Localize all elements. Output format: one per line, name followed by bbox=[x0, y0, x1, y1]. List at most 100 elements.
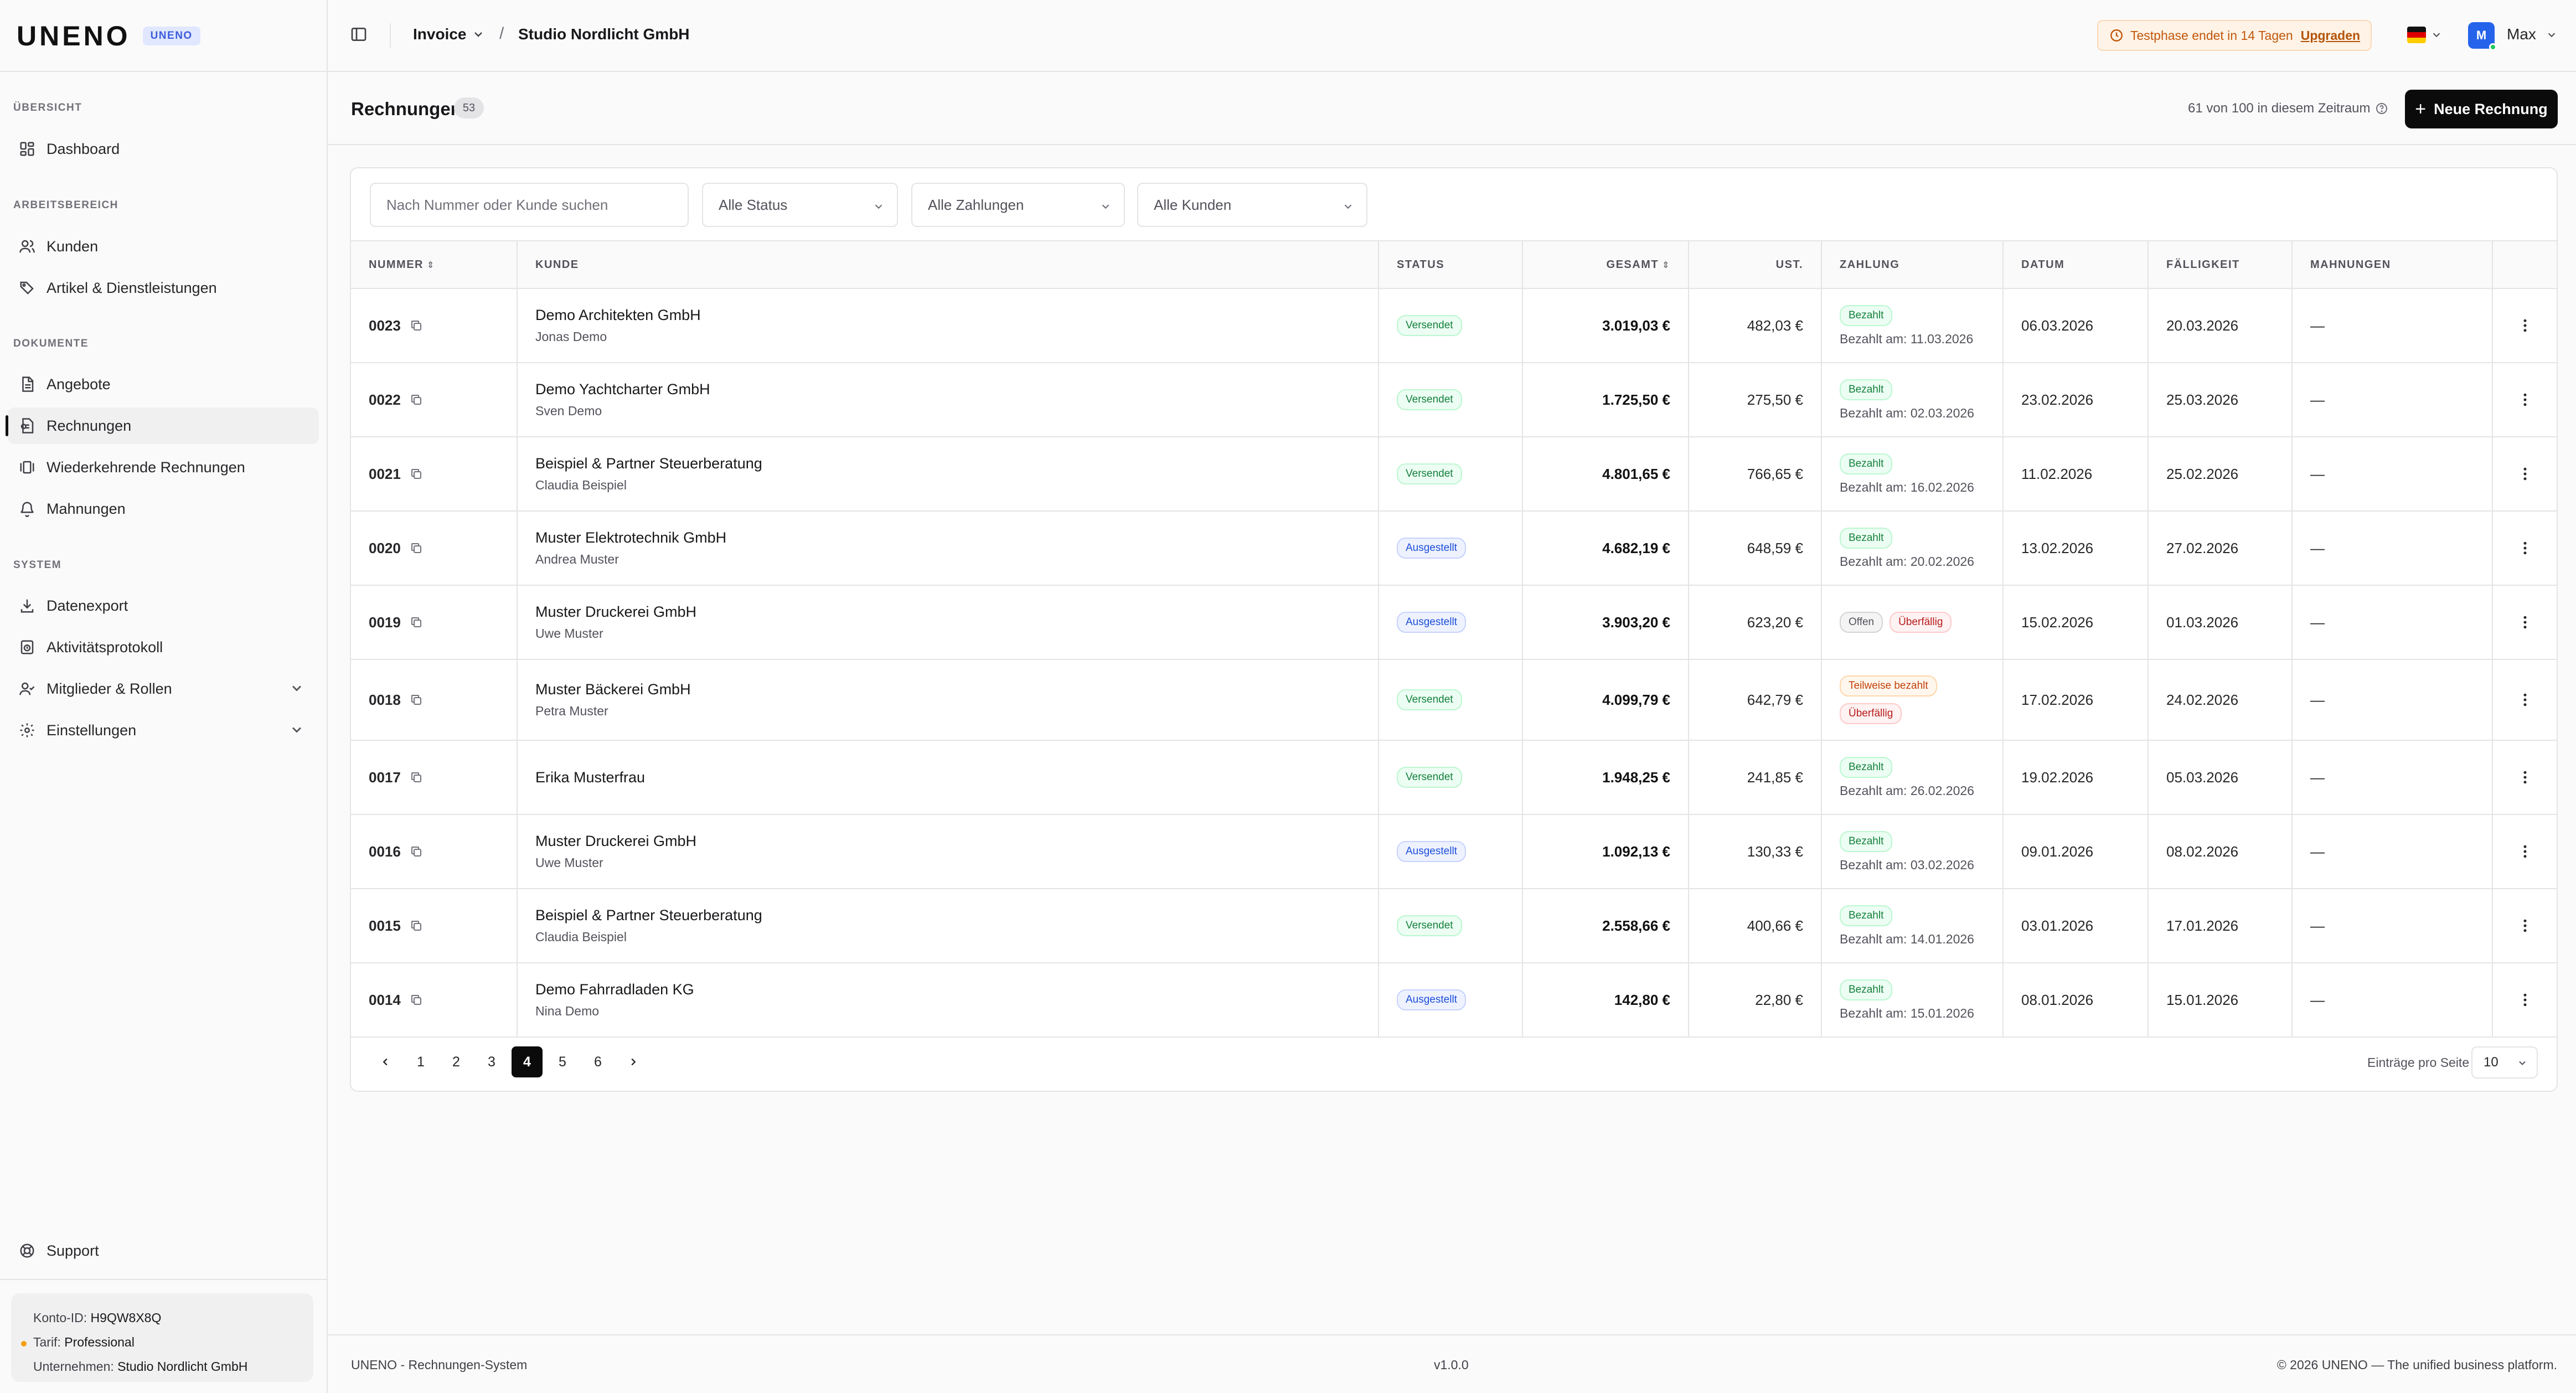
copy-icon[interactable] bbox=[410, 993, 423, 1007]
table-row[interactable]: 0023 Demo Architekten GmbH Jonas Demo Verse… bbox=[351, 288, 2557, 363]
sidebar-item-datenexport[interactable]: Datenexport bbox=[8, 587, 319, 624]
page-button[interactable]: 1 bbox=[405, 1046, 436, 1077]
sidebar-item-einstellungen[interactable]: Einstellungen bbox=[8, 712, 319, 749]
table-row[interactable]: 0014 Demo Fahrradladen KG Nina Demo Ausgest… bbox=[351, 963, 2557, 1037]
avatar[interactable]: M bbox=[2468, 22, 2497, 51]
sidebar-item-rechnungen[interactable]: Rechnungen bbox=[6, 407, 319, 444]
copy-icon[interactable] bbox=[410, 771, 423, 784]
previous-page-button[interactable] bbox=[370, 1046, 401, 1077]
customer-name[interactable]: Muster Bäckerei GmbH bbox=[535, 681, 1360, 698]
customer-name[interactable]: Muster Druckerei GmbH bbox=[535, 833, 1360, 850]
cell-customer: Erika Musterfrau bbox=[517, 740, 1379, 814]
cell-number: 0020 bbox=[351, 511, 518, 585]
german-flag-icon[interactable] bbox=[2407, 27, 2426, 43]
breadcrumb-company[interactable]: Studio Nordlicht GmbH bbox=[518, 25, 690, 43]
breadcrumb-app-switcher[interactable]: Invoice bbox=[413, 25, 485, 43]
table-row[interactable]: 0019 Muster Druckerei GmbH Uwe Muster Ausge… bbox=[351, 585, 2557, 659]
sidebar-toggle-icon[interactable] bbox=[350, 25, 370, 45]
next-page-button[interactable] bbox=[618, 1046, 649, 1077]
copy-icon[interactable] bbox=[410, 393, 423, 406]
customer-name[interactable]: Beispiel & Partner Steuerberatung bbox=[535, 907, 1360, 924]
sidebar-item-kunden[interactable]: Kunden bbox=[8, 228, 319, 265]
sidebar-item-wiederkehrende-rechnungen[interactable]: Wiederkehrende Rechnungen bbox=[8, 449, 319, 486]
row-actions-button[interactable] bbox=[2511, 317, 2539, 334]
new-invoice-button[interactable]: + Neue Rechnung bbox=[2405, 90, 2558, 128]
chevron-down-icon[interactable] bbox=[289, 680, 306, 697]
copy-icon[interactable] bbox=[410, 693, 423, 706]
copy-icon[interactable] bbox=[410, 467, 423, 481]
invoice-number[interactable]: 0023 bbox=[369, 317, 401, 334]
copy-icon[interactable] bbox=[410, 919, 423, 932]
payment-filter-select[interactable]: Alle Zahlungen bbox=[911, 183, 1125, 227]
column-header-total[interactable]: GESAMT ⇕ bbox=[1522, 240, 1689, 289]
invoice-number[interactable]: 0017 bbox=[369, 769, 401, 786]
chevron-down-icon[interactable] bbox=[2430, 28, 2443, 45]
sidebar-item-dashboard[interactable]: Dashboard bbox=[8, 131, 319, 167]
copy-icon[interactable] bbox=[410, 319, 423, 332]
chevron-down-icon bbox=[474, 32, 483, 37]
upgrade-link[interactable]: Upgraden bbox=[2301, 28, 2360, 43]
row-actions-button[interactable] bbox=[2511, 614, 2539, 631]
row-actions-button[interactable] bbox=[2511, 769, 2539, 786]
row-actions-button[interactable] bbox=[2511, 540, 2539, 556]
customer-name[interactable]: Demo Yachtcharter GmbH bbox=[535, 381, 1360, 398]
page-button[interactable]: 5 bbox=[547, 1046, 578, 1077]
copy-icon[interactable] bbox=[410, 845, 423, 858]
invoice-number[interactable]: 0019 bbox=[369, 614, 401, 631]
table-row[interactable]: 0021 Beispiel & Partner Steuerberatung Cla… bbox=[351, 437, 2557, 511]
invoice-number[interactable]: 0022 bbox=[369, 391, 401, 409]
page-button[interactable]: 3 bbox=[476, 1046, 507, 1077]
sidebar-item-label: Mitglieder & Rollen bbox=[47, 680, 172, 697]
customer-name[interactable]: Muster Druckerei GmbH bbox=[535, 603, 1360, 621]
invoice-number[interactable]: 0021 bbox=[369, 466, 401, 483]
sidebar-item-mahnungen[interactable]: Mahnungen bbox=[8, 491, 319, 527]
customer-name[interactable]: Erika Musterfrau bbox=[535, 769, 1360, 786]
invoice-number[interactable]: 0014 bbox=[369, 992, 401, 1009]
column-header-number[interactable]: NUMMER ⇕ bbox=[351, 240, 518, 289]
row-actions-button[interactable] bbox=[2511, 843, 2539, 860]
status-filter-select[interactable]: Alle Status bbox=[702, 183, 898, 227]
chevron-down-icon[interactable] bbox=[2546, 28, 2558, 45]
cell-due: 08.02.2026 bbox=[2148, 814, 2293, 889]
row-actions-button[interactable] bbox=[2511, 692, 2539, 708]
sidebar-item-support[interactable]: Support bbox=[8, 1232, 319, 1269]
table-row[interactable]: 0015 Beispiel & Partner Steuerberatung Cla… bbox=[351, 889, 2557, 963]
sidebar-item-artikel[interactable]: Artikel & Dienstleistungen bbox=[8, 270, 319, 306]
user-name[interactable]: Max bbox=[2507, 25, 2536, 43]
table-row[interactable]: 0018 Muster Bäckerei GmbH Petra Muster Vers… bbox=[351, 659, 2557, 740]
table-row[interactable]: 0022 Demo Yachtcharter GmbH Sven Demo Verse… bbox=[351, 363, 2557, 437]
row-actions-button[interactable] bbox=[2511, 992, 2539, 1008]
row-actions-button[interactable] bbox=[2511, 917, 2539, 934]
brand[interactable]: UNENO UNENO bbox=[17, 20, 200, 51]
cell-dunning: — bbox=[2292, 740, 2493, 814]
invoice-number[interactable]: 0018 bbox=[369, 692, 401, 709]
cell-payment: Bezahlt Bezahlt am: 11.03.2026 bbox=[1821, 288, 2004, 363]
column-header-date: DATUM bbox=[2003, 240, 2149, 289]
page-button[interactable]: 6 bbox=[582, 1046, 613, 1077]
customer-filter-select[interactable]: Alle Kunden bbox=[1137, 183, 1367, 227]
help-circle-icon[interactable] bbox=[2375, 102, 2388, 115]
trial-banner[interactable]: Testphase endet in 14 Tagen Upgraden bbox=[2097, 20, 2372, 51]
customer-name[interactable]: Demo Architekten GmbH bbox=[535, 307, 1360, 324]
customer-name[interactable]: Demo Fahrradladen KG bbox=[535, 981, 1360, 998]
customer-name[interactable]: Muster Elektrotechnik GmbH bbox=[535, 529, 1360, 546]
invoice-number[interactable]: 0016 bbox=[369, 843, 401, 860]
table-row[interactable]: 0020 Muster Elektrotechnik GmbH Andrea Mus… bbox=[351, 511, 2557, 585]
sidebar-item-aktivitaetsprotokoll[interactable]: Aktivitätsprotokoll bbox=[8, 629, 319, 665]
chevron-down-icon[interactable] bbox=[289, 722, 306, 739]
invoice-number[interactable]: 0020 bbox=[369, 540, 401, 557]
sidebar-item-angebote[interactable]: Angebote bbox=[8, 366, 319, 403]
search-input[interactable] bbox=[370, 183, 689, 227]
page-button-current[interactable]: 4 bbox=[512, 1046, 543, 1077]
table-row[interactable]: 0016 Muster Druckerei GmbH Uwe Muster Ausge… bbox=[351, 814, 2557, 889]
invoice-number[interactable]: 0015 bbox=[369, 917, 401, 935]
sidebar-item-mitglieder-rollen[interactable]: Mitglieder & Rollen bbox=[8, 670, 319, 707]
copy-icon[interactable] bbox=[410, 541, 423, 555]
row-actions-button[interactable] bbox=[2511, 391, 2539, 408]
customer-name[interactable]: Beispiel & Partner Steuerberatung bbox=[535, 455, 1360, 472]
page-button[interactable]: 2 bbox=[441, 1046, 472, 1077]
per-page-select[interactable]: 10 bbox=[2471, 1046, 2538, 1079]
table-row[interactable]: 0017 Erika Musterfrau Versendet 1.948,25 €2… bbox=[351, 740, 2557, 814]
copy-icon[interactable] bbox=[410, 616, 423, 629]
row-actions-button[interactable] bbox=[2511, 466, 2539, 482]
